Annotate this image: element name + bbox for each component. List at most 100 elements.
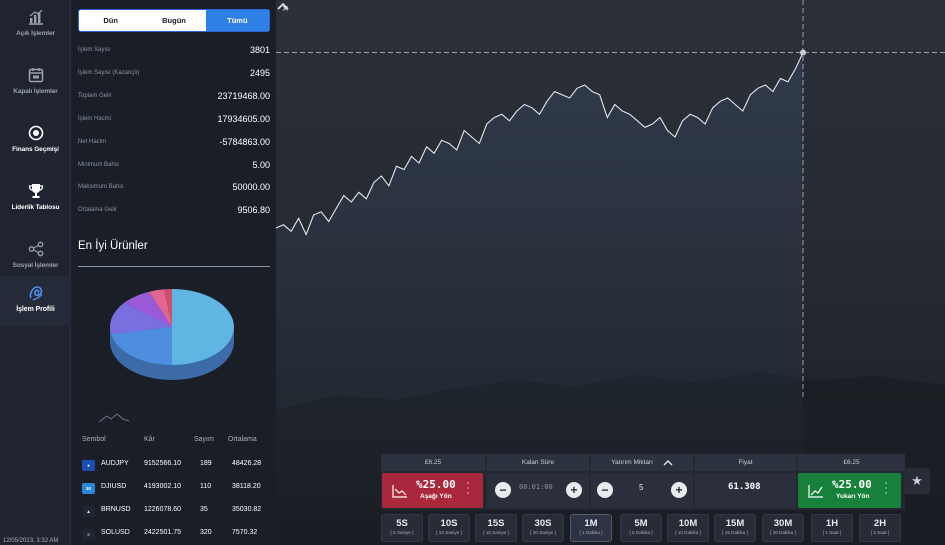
symbol-cell: DJIUSD — [101, 483, 127, 490]
up-percent: %25.00 — [832, 478, 872, 491]
investment-column: Yatırım Miktarı − 5 + — [591, 454, 693, 510]
sidebar-item-open-trades[interactable]: Açık İşlemler — [0, 0, 71, 58]
timeframe-label: 15M — [725, 518, 745, 529]
profit-cell: 1226078.60 — [144, 506, 181, 513]
sidebar-item-label: Liderlik Tablosu — [11, 204, 60, 211]
count-cell: 35 — [200, 506, 208, 513]
amount-input[interactable]: 5 — [639, 483, 643, 492]
avg-cell: 35030.82 — [232, 506, 262, 513]
timeframe-5s[interactable]: 5S[ 5 Saniye ] — [381, 514, 423, 542]
col-symbol: Sembol — [82, 436, 106, 443]
timeframe-sublabel: [ 10 Dakika ] — [675, 530, 701, 535]
trade-profile-panel: Dün Bugün Tümü İşlem Sayısı 3801 İşlem Sa… — [72, 0, 276, 545]
timeframe-1h[interactable]: 1H[ 1 Saat ] — [811, 514, 853, 542]
timeframe-30s[interactable]: 30S[ 30 Saniye ] — [522, 514, 564, 542]
timeframe-label: 10S — [440, 518, 458, 529]
drag-handle-icon — [467, 482, 469, 497]
stat-label: Net Hacim — [78, 139, 107, 145]
tab-yesterday[interactable]: Dün — [79, 10, 142, 31]
stat-row: Net Hacim -5784863.00 — [78, 137, 270, 151]
timeframe-label: 5S — [396, 518, 408, 529]
timeframe-sublabel: [ 15 Dakika ] — [722, 530, 748, 535]
drag-handle-icon — [885, 482, 887, 497]
avg-cell: 48426.28 — [232, 460, 262, 467]
stat-row: İşlem Sayısı (Kazançlı) 2495 — [78, 68, 270, 82]
flag-icon: ● — [82, 460, 95, 471]
timeframe-15m[interactable]: 15M[ 15 Dakika ] — [714, 514, 756, 542]
timeframe-30m[interactable]: 30M[ 30 Dakika ] — [762, 514, 804, 542]
col-count: Sayım — [194, 436, 214, 443]
star-icon: ★ — [911, 473, 923, 488]
timeframe-label: 10M — [678, 518, 698, 529]
timeframe-15s[interactable]: 15S[ 15 Saniye ] — [475, 514, 517, 542]
timeframe-10s[interactable]: 10S[ 10 Saniye ] — [428, 514, 470, 542]
avg-cell: 7570.32 — [232, 529, 258, 536]
timeframe-label: 1M — [584, 518, 598, 529]
stat-label: İşlem Sayısı — [78, 47, 111, 53]
table-row[interactable]: 30 DJIUSD 4193002.10 110 38118.20 — [82, 483, 268, 497]
table-row[interactable]: ▲ BRNUSD 1226078.60 35 35030.82 — [82, 506, 268, 520]
down-percent: %25.00 — [416, 478, 456, 491]
amount-plus-button[interactable]: + — [671, 482, 687, 498]
timeframe-sublabel: [ 5 Saniye ] — [390, 530, 414, 535]
timeframe-10m[interactable]: 10M[ 10 Dakika ] — [667, 514, 709, 542]
timeframe-sublabel: [ 2 Saat ] — [870, 530, 890, 535]
col-profit: Kâr — [144, 436, 155, 443]
profile-icon — [29, 286, 43, 301]
sidebar-item-label: Kapalı İşlemler — [13, 88, 58, 95]
flag-icon: ≡ — [82, 529, 95, 540]
timeframe-label: 2H — [873, 518, 887, 529]
stat-value: 17934605.00 — [217, 114, 270, 124]
best-products-title: En İyi Ürünler — [78, 240, 148, 252]
stat-row: Ortalama Gelir 9506.80 — [78, 205, 270, 219]
up-button[interactable]: %25.00 Yukarı Yön — [798, 473, 901, 508]
stat-label: Toplam Gelir — [78, 93, 112, 99]
flag-icon: 30 — [82, 483, 95, 494]
flag-icon: ▲ — [82, 506, 95, 517]
favorite-button[interactable]: ★ — [904, 468, 930, 494]
timeframe-5m[interactable]: 5M[ 5 Dakika ] — [620, 514, 662, 542]
time-plus-button[interactable]: + — [566, 482, 582, 498]
chevron-up-icon[interactable] — [276, 0, 290, 12]
timeframe-sublabel: [ 10 Saniye ] — [436, 530, 462, 535]
sidebar-item-label: Sosyal İşlemler — [12, 262, 59, 269]
table-row[interactable]: ≡ SOLUSD 2422501.75 320 7570.32 — [82, 529, 268, 543]
timeframe-2h[interactable]: 2H[ 2 Saat ] — [859, 514, 901, 542]
timeframe-label: 30S — [534, 518, 552, 529]
stat-row: Maksimum Bahis 50000.00 — [78, 182, 270, 196]
chevron-up-icon[interactable] — [663, 459, 673, 466]
down-payout-header: £6.25 — [381, 454, 485, 471]
sidebar-item-closed-trades[interactable]: Kapalı İşlemler — [0, 58, 71, 116]
timeframe-sublabel: [ 1 Dakika ] — [579, 530, 603, 535]
table-row[interactable]: ● AUDJPY 9152566.10 189 48426.28 — [82, 460, 268, 474]
sidebar-item-leaderboard[interactable]: Liderlik Tablosu — [0, 174, 71, 232]
datetime-label: 12/05/2023, 3:32 AM — [3, 538, 59, 544]
down-column: £6.25 %25.00 Aşağı Yön — [381, 454, 485, 510]
stat-value: 9506.80 — [237, 205, 270, 215]
profit-cell: 9152566.10 — [144, 460, 181, 467]
count-cell: 110 — [200, 483, 212, 490]
sidebar-item-trade-profile[interactable]: İşlem Profili — [0, 276, 71, 326]
tab-today[interactable]: Bugün — [142, 10, 205, 31]
share-icon — [28, 241, 43, 257]
symbol-cell: BRNUSD — [101, 506, 131, 513]
symbol-cell: SOLUSD — [101, 529, 130, 536]
amount-minus-button[interactable]: − — [597, 482, 613, 498]
calendar-icon — [28, 68, 43, 83]
stat-value: 23719468.00 — [217, 91, 270, 101]
timeframe-label: 1H — [825, 518, 839, 529]
timeframe-1m[interactable]: 1M[ 1 Dakika ] — [570, 514, 612, 542]
sidebar-item-finance-history[interactable]: Finans Geçmişi — [0, 116, 71, 174]
tab-all[interactable]: Tümü — [205, 10, 269, 31]
stat-value: 3801 — [249, 45, 270, 55]
pie-top — [110, 289, 234, 365]
down-button[interactable]: %25.00 Aşağı Yön — [382, 473, 483, 508]
stat-label: Maksimum Bahis — [78, 184, 124, 190]
stat-row: İşlem Hacmi 17934605.00 — [78, 114, 270, 128]
time-minus-button[interactable]: − — [495, 482, 511, 498]
profit-cell: 4193002.10 — [144, 483, 181, 490]
sidebar-item-label: Açık İşlemler — [16, 30, 55, 37]
investment-label: Yatırım Miktarı — [611, 459, 653, 466]
timeframe-sublabel: [ 30 Dakika ] — [770, 530, 796, 535]
stat-label: İşlem Hacmi — [78, 116, 112, 122]
